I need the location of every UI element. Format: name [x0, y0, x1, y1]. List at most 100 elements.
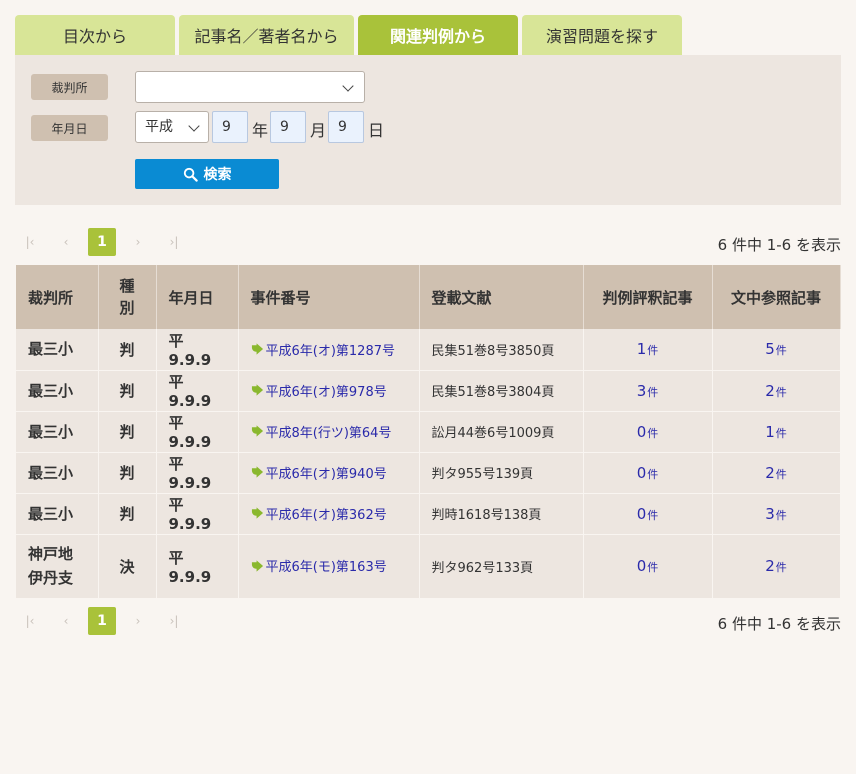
- first-page-button[interactable]: |‹: [16, 607, 44, 635]
- court-label: 裁判所: [31, 74, 108, 100]
- references-cell: 2件: [712, 452, 841, 494]
- count-unit: 件: [647, 344, 659, 358]
- tab-toc[interactable]: 目次から: [15, 15, 175, 55]
- search-button[interactable]: 検索: [135, 159, 279, 189]
- page-1-button[interactable]: 1: [88, 228, 116, 256]
- type-cell: 判: [98, 411, 157, 453]
- col-header-type: 種別: [98, 265, 157, 329]
- arrow-right-icon: [251, 384, 263, 396]
- month-input[interactable]: 9: [270, 111, 306, 143]
- commentary-cell: 3件: [583, 370, 713, 412]
- court-select[interactable]: [135, 71, 365, 103]
- table-header-row: 裁判所 種別 年月日 事件番号 登載文献 判例評釈記事 文中参照記事: [16, 265, 841, 329]
- case-cell: 平成6年(オ)第978号: [238, 370, 420, 412]
- arrow-right-icon: [251, 560, 263, 572]
- references-count-link[interactable]: 2件: [765, 382, 787, 400]
- next-page-button[interactable]: ›: [124, 228, 152, 256]
- tab-article-author[interactable]: 記事名／著者名から: [179, 15, 354, 55]
- commentary-count-link[interactable]: 1件: [637, 340, 659, 358]
- type-cell: 判: [98, 493, 157, 535]
- case-number-text: 平成6年(モ)第163号: [265, 560, 387, 576]
- commentary-count-link[interactable]: 0件: [637, 423, 659, 441]
- source-cell: 判タ955号139頁: [419, 452, 584, 494]
- day-input[interactable]: 9: [328, 111, 364, 143]
- count-unit: 件: [775, 344, 787, 358]
- tab-exercises[interactable]: 演習問題を探す: [522, 15, 682, 55]
- case-cell: 平成6年(オ)第362号: [238, 493, 420, 535]
- court-cell: 最三小: [16, 370, 99, 412]
- pagination-bottom: |‹ ‹ 1 › ›|: [16, 607, 196, 635]
- count-unit: 件: [647, 426, 659, 440]
- next-page-button[interactable]: ›: [124, 607, 152, 635]
- col-header-commentary: 判例評釈記事: [583, 265, 713, 329]
- table-row: 最三小判平9.9.9 平成8年(行ツ)第64号 訟月44巻6号1009頁 0件 1件: [16, 411, 841, 453]
- references-count-link[interactable]: 3件: [765, 505, 787, 523]
- date-cell: 平9.9.9: [156, 370, 239, 412]
- references-count: 5: [765, 340, 775, 359]
- case-number-link[interactable]: 平成6年(オ)第362号: [251, 504, 387, 523]
- court-cell: 最三小: [16, 329, 99, 371]
- prev-page-button[interactable]: ‹: [52, 228, 80, 256]
- commentary-count: 3: [636, 381, 647, 400]
- references-cell: 2件: [712, 370, 841, 412]
- commentary-cell: 1件: [583, 329, 713, 371]
- year-unit: 年: [252, 121, 269, 140]
- references-count-link[interactable]: 5件: [765, 340, 787, 358]
- references-cell: 3件: [712, 493, 841, 535]
- table-row: 神戸地伊丹支決平9.9.9 平成6年(モ)第163号 判タ962号133頁 0件 2件: [16, 534, 841, 599]
- col-header-references: 文中参照記事: [712, 265, 841, 329]
- references-count-link[interactable]: 2件: [765, 557, 787, 575]
- type-cell: 判: [98, 329, 157, 371]
- source-cell: 訟月44巻6号1009頁: [419, 411, 584, 453]
- arrow-right-icon: [251, 343, 263, 355]
- tab-related-cases[interactable]: 関連判例から: [358, 15, 518, 55]
- day-unit: 日: [368, 121, 385, 140]
- case-number-link[interactable]: 平成6年(モ)第163号: [251, 556, 387, 575]
- commentary-cell: 0件: [583, 452, 713, 494]
- date-cell: 平9.9.9: [156, 452, 239, 494]
- results-table: 裁判所 種別 年月日 事件番号 登載文献 判例評釈記事 文中参照記事 最三小判平…: [16, 265, 841, 599]
- last-page-button[interactable]: ›|: [160, 228, 188, 256]
- commentary-count-link[interactable]: 0件: [637, 505, 659, 523]
- references-count: 1: [765, 422, 775, 441]
- search-icon: [183, 167, 198, 182]
- court-cell: 最三小: [16, 493, 99, 535]
- last-page-button[interactable]: ›|: [160, 607, 188, 635]
- col-header-source: 登載文献: [419, 265, 584, 329]
- commentary-count-link[interactable]: 0件: [637, 557, 659, 575]
- case-cell: 平成6年(モ)第163号: [238, 534, 420, 599]
- prev-page-button[interactable]: ‹: [52, 607, 80, 635]
- date-cell: 平9.9.9: [156, 411, 239, 453]
- page-1-button[interactable]: 1: [88, 607, 116, 635]
- case-number-link[interactable]: 平成8年(行ツ)第64号: [251, 422, 392, 441]
- case-number-text: 平成6年(オ)第1287号: [265, 343, 396, 359]
- commentary-cell: 0件: [583, 411, 713, 453]
- result-count: 6 件中 1-6 を表示: [717, 615, 841, 633]
- table-row: 最三小判平9.9.9 平成6年(オ)第362号 判時1618号138頁 0件 3件: [16, 493, 841, 535]
- references-count: 2: [765, 557, 775, 575]
- era-select[interactable]: 平成: [135, 111, 209, 143]
- case-cell: 平成6年(オ)第940号: [238, 452, 420, 494]
- arrow-right-icon: [251, 466, 263, 478]
- commentary-cell: 0件: [583, 493, 713, 535]
- case-number-link[interactable]: 平成6年(オ)第1287号: [251, 340, 396, 359]
- year-input[interactable]: 9: [212, 111, 248, 143]
- references-count-link[interactable]: 1件: [765, 423, 787, 441]
- count-unit: 件: [775, 467, 787, 481]
- references-cell: 1件: [712, 411, 841, 453]
- first-page-button[interactable]: |‹: [16, 228, 44, 256]
- case-number-link[interactable]: 平成6年(オ)第978号: [251, 381, 387, 400]
- col-header-court: 裁判所: [16, 265, 99, 329]
- count-unit: 件: [775, 426, 787, 440]
- commentary-count-link[interactable]: 0件: [637, 464, 659, 482]
- count-unit: 件: [647, 467, 659, 481]
- case-number-link[interactable]: 平成6年(オ)第940号: [251, 463, 387, 482]
- references-count: 2: [765, 463, 775, 482]
- case-number-text: 平成6年(オ)第978号: [265, 384, 387, 400]
- result-count: 6 件中 1-6 を表示: [717, 236, 841, 254]
- commentary-count-link[interactable]: 3件: [637, 382, 659, 400]
- table-row: 最三小判平9.9.9 平成6年(オ)第1287号 民集51巻8号3850頁 1件 5件: [16, 329, 841, 371]
- case-number-text: 平成8年(行ツ)第64号: [265, 425, 392, 441]
- source-cell: 民集51巻8号3804頁: [419, 370, 584, 412]
- references-count-link[interactable]: 2件: [765, 464, 787, 482]
